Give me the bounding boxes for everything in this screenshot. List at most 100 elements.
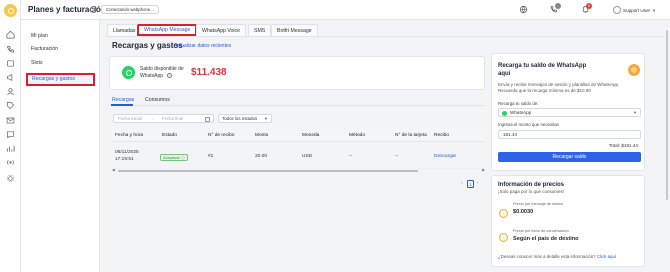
chat-icon[interactable] bbox=[6, 130, 15, 139]
pricing-subtitle: ¡Solo paga por lo que consumes! bbox=[498, 189, 565, 194]
tag-icon[interactable] bbox=[6, 101, 15, 110]
column-header: Recibo bbox=[434, 133, 449, 138]
pricing-footer: ¿Deseas conocer más a detalle esta infor… bbox=[498, 254, 616, 259]
sidebar-item-slots[interactable]: Slots bbox=[27, 57, 115, 70]
recharges-table: Fecha y hora Estado N° de recibo Monto M… bbox=[112, 129, 485, 175]
status-badge: Aceptado ⓘ bbox=[160, 154, 189, 161]
download-receipt-link[interactable]: Descargar bbox=[434, 154, 456, 159]
table-row: 06/11/2025 17:19:51 Aceptado ⓘ #1 20.00 … bbox=[112, 142, 485, 169]
recharge-panel: Recarga tu saldo de WhatsApp aquí Envía … bbox=[491, 53, 645, 171]
row-method: -- bbox=[349, 154, 353, 159]
price-label: Precio por mensaje de sesión bbox=[513, 202, 564, 206]
status-text: Aceptado bbox=[163, 155, 180, 160]
info-icon[interactable]: i bbox=[90, 6, 97, 13]
recharge-description: Envía y recibe mensajes de sesión y plan… bbox=[498, 82, 620, 93]
top-bar: Planes y facturación i Conectando webpho… bbox=[21, 0, 670, 20]
whatsapp-icon bbox=[122, 66, 135, 79]
user-menu[interactable]: Support User ▼ bbox=[613, 5, 656, 15]
tab-botfri-message[interactable]: Botfri Message bbox=[271, 24, 318, 36]
sidebar-item-mi-plan[interactable]: Mi plan bbox=[27, 30, 115, 43]
price-label: Precio por inicio de conversación bbox=[513, 229, 569, 233]
tab-whatsapp-message[interactable]: WhatsApp Message bbox=[137, 24, 198, 36]
date-start-field[interactable]: Fecha inicial bbox=[118, 116, 142, 121]
pagination-current-page[interactable]: 1 bbox=[467, 180, 474, 188]
tab-recargas[interactable]: Recargas bbox=[112, 97, 134, 103]
pricing-title: Información de precios bbox=[498, 182, 565, 188]
app-logo[interactable] bbox=[4, 4, 17, 17]
sidebar-item-facturacion[interactable]: Facturación bbox=[27, 43, 115, 56]
vertical-scrollbar[interactable] bbox=[665, 22, 668, 267]
tab-divider bbox=[106, 36, 664, 37]
whatsapp-icon bbox=[502, 110, 507, 116]
icon-rail bbox=[0, 0, 21, 272]
recharge-button[interactable]: Recargar saldo bbox=[498, 152, 641, 162]
channel-label: Recarga tu saldo de: bbox=[498, 101, 539, 106]
scroll-left-icon[interactable]: ◀ bbox=[112, 168, 115, 172]
chart-icon[interactable] bbox=[6, 144, 15, 153]
pagination-prev[interactable]: ‹ bbox=[461, 180, 463, 185]
pricing-footer-link[interactable]: Click aquí bbox=[597, 254, 616, 259]
horizontal-scrollbar[interactable]: ◀ ▶ bbox=[112, 168, 485, 172]
inbox-icon[interactable] bbox=[6, 59, 15, 68]
pricing-panel: Información de precios ¡Solo paga por lo… bbox=[491, 175, 645, 267]
column-header: N° de recibo bbox=[208, 133, 235, 138]
column-header: Monto bbox=[255, 133, 269, 138]
tab-whatsapp-voice[interactable]: WhatsApp Voice bbox=[196, 24, 247, 36]
webphone-status-button[interactable]: Conectando webphone... bbox=[101, 5, 159, 14]
scrollbar-thumb[interactable] bbox=[665, 30, 668, 200]
mail-icon[interactable] bbox=[6, 116, 15, 125]
pricing-footer-text: ¿Deseas conocer más a detalle esta infor… bbox=[498, 254, 596, 259]
status-filter-value: Todos los estados bbox=[222, 116, 258, 121]
table-header: Fecha y hora Estado N° de recibo Monto M… bbox=[112, 129, 485, 142]
row-date: 06/11/2025 bbox=[115, 150, 139, 155]
recharge-title: Recarga tu saldo de WhatsApp aquí bbox=[498, 63, 587, 77]
contacts-icon[interactable] bbox=[6, 87, 15, 96]
channel-select[interactable]: WhatsApp ▼ bbox=[498, 108, 641, 117]
balance-info-icon[interactable]: i bbox=[167, 73, 172, 78]
refresh-link[interactable]: Actualizar datos recientes bbox=[174, 43, 231, 49]
amount-label: Ingresa el monto que necesitas bbox=[498, 122, 560, 127]
phone-icon[interactable] bbox=[6, 45, 15, 54]
notification-badge: 6 bbox=[586, 3, 592, 9]
column-header: Moneda bbox=[302, 133, 320, 138]
column-header: Fecha y hora bbox=[115, 133, 143, 138]
coin-icon bbox=[628, 64, 640, 76]
megaphone-icon[interactable] bbox=[6, 73, 15, 82]
settings-icon[interactable] bbox=[6, 174, 15, 183]
amount-input[interactable]: 181.44 bbox=[498, 130, 641, 139]
date-separator: → bbox=[150, 116, 155, 121]
date-end-field[interactable]: Fecha final bbox=[162, 115, 183, 122]
chevron-down-icon: ▼ bbox=[652, 7, 657, 13]
chevron-down-icon: ▼ bbox=[264, 116, 268, 121]
message-price-icon bbox=[499, 209, 508, 218]
scrollbar-thumb[interactable] bbox=[118, 169, 418, 172]
date-range-picker[interactable]: Fecha inicial → Fecha final bbox=[113, 114, 214, 123]
billing-sidebar: Mi plan Facturación Slots Recargas y gas… bbox=[21, 20, 100, 272]
section-title: Recargas y gastos bbox=[112, 41, 183, 50]
row-card-no: -- bbox=[395, 154, 399, 159]
row-amount: 20.00 bbox=[255, 154, 268, 159]
pagination-next[interactable]: › bbox=[477, 180, 479, 185]
price-value: $0.0030 bbox=[513, 209, 534, 215]
row-time: 17:19:51 bbox=[115, 157, 134, 162]
inner-tab-divider bbox=[109, 105, 485, 106]
globe-icon[interactable] bbox=[519, 5, 528, 14]
balance-card: Saldo disponible de WhatsApp i $11.438 bbox=[109, 56, 485, 90]
row-currency: USD bbox=[302, 154, 313, 159]
row-receipt-no: #1 bbox=[208, 154, 214, 159]
avatar bbox=[613, 6, 621, 14]
user-name: Support User bbox=[623, 7, 651, 13]
status-filter-select[interactable]: Todos los estados ▼ bbox=[218, 114, 272, 123]
total-amount: Total: $181.44 bbox=[609, 143, 638, 148]
home-icon[interactable] bbox=[6, 30, 15, 39]
sidebar-item-recargas[interactable]: Recargas y gastos bbox=[26, 73, 95, 86]
scroll-right-icon[interactable]: ▶ bbox=[482, 168, 485, 172]
tab-sms[interactable]: SMS bbox=[248, 24, 272, 36]
chevron-down-icon: ▼ bbox=[633, 110, 637, 115]
column-header: N° de la tarjeta bbox=[395, 133, 427, 138]
column-header: Método bbox=[349, 133, 365, 138]
conversation-price-icon bbox=[499, 233, 508, 242]
broadcast-icon[interactable] bbox=[6, 158, 15, 167]
tab-consumos[interactable]: Consumos bbox=[145, 97, 170, 103]
calendar-icon bbox=[205, 116, 210, 122]
